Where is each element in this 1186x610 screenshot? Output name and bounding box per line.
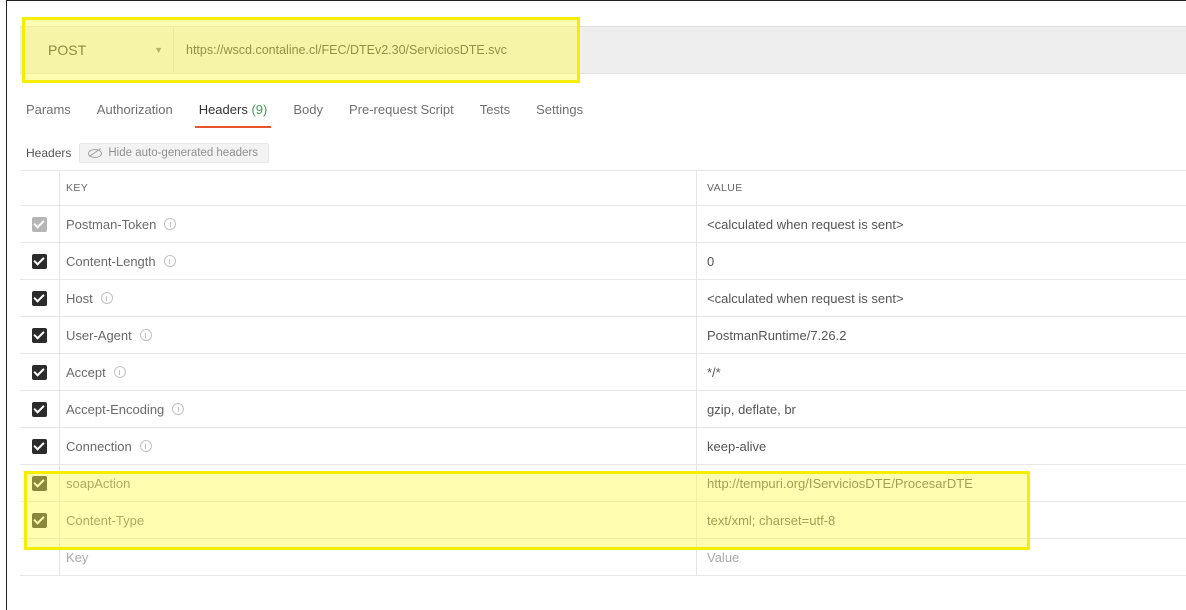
header-key: Accept bbox=[66, 364, 106, 380]
new-header-row: Key Value bbox=[20, 539, 1186, 576]
info-icon[interactable] bbox=[164, 218, 177, 230]
checkbox-checked-icon[interactable] bbox=[32, 327, 47, 343]
header-key: Content-Length bbox=[66, 253, 156, 269]
table-row: soapAction http://tempuri.org/IServicios… bbox=[20, 465, 1186, 502]
eye-slash-icon bbox=[88, 148, 103, 158]
info-icon[interactable] bbox=[113, 366, 126, 378]
header-value-cell[interactable]: text/xml; charset=utf-8 bbox=[697, 502, 1186, 538]
tab-headers[interactable]: Headers (9) bbox=[194, 102, 271, 128]
tab-settings[interactable]: Settings bbox=[536, 102, 583, 128]
header-key-cell[interactable]: Postman-Token bbox=[60, 206, 697, 242]
tab-label: Authorization bbox=[96, 102, 173, 117]
tab-label: Body bbox=[293, 102, 323, 117]
table-row: User-Agent PostmanRuntime/7.26.2 bbox=[20, 317, 1186, 354]
header-value-cell[interactable]: <calculated when request is sent> bbox=[697, 280, 1186, 316]
tab-label: Settings bbox=[536, 102, 584, 117]
header-key-cell[interactable]: Host bbox=[60, 280, 697, 316]
new-row-check-cell bbox=[20, 539, 60, 575]
hide-auto-headers-label: Hide auto-generated headers bbox=[108, 147, 258, 159]
header-key: Content-Type bbox=[66, 512, 145, 528]
tab-label: Params bbox=[26, 102, 71, 117]
tab-tests[interactable]: Tests bbox=[480, 102, 510, 128]
tab-pre-request-script[interactable]: Pre-request Script bbox=[349, 102, 454, 128]
column-header-value: VALUE bbox=[707, 182, 743, 194]
header-key: User-Agent bbox=[66, 327, 132, 343]
checkbox-checked-icon[interactable] bbox=[32, 475, 47, 491]
header-key: Postman-Token bbox=[66, 216, 157, 232]
header-key-cell[interactable]: Accept bbox=[60, 354, 697, 390]
header-check-cell bbox=[20, 171, 60, 205]
header-key: Accept-Encoding bbox=[66, 401, 165, 417]
header-value-cell[interactable]: gzip, deflate, br bbox=[697, 391, 1186, 427]
new-value-input[interactable]: Value bbox=[697, 539, 1186, 575]
tab-count: (9) bbox=[251, 102, 268, 117]
header-key-cell[interactable]: User-Agent bbox=[60, 317, 697, 353]
tab-authorization[interactable]: Authorization bbox=[97, 102, 173, 128]
tab-label: Pre-request Script bbox=[348, 102, 454, 117]
table-row: Content-Length 0 bbox=[20, 243, 1186, 280]
table-row: Postman-Token <calculated when request i… bbox=[20, 206, 1186, 243]
header-value-cell[interactable]: http://tempuri.org/IServiciosDTE/Procesa… bbox=[697, 465, 1186, 501]
caret-down-icon: ▼ bbox=[154, 45, 163, 55]
table-row: Host <calculated when request is sent> bbox=[20, 280, 1186, 317]
info-icon[interactable] bbox=[100, 292, 113, 304]
header-key-cell[interactable]: Accept-Encoding bbox=[60, 391, 697, 427]
header-value-cell[interactable]: 0 bbox=[697, 243, 1186, 279]
request-tabs: Params Authorization Headers (9) Body Pr… bbox=[26, 102, 609, 130]
header-key: Host bbox=[66, 290, 93, 306]
method-label: POST bbox=[48, 42, 87, 58]
method-select[interactable]: POST ▼ bbox=[34, 27, 174, 73]
info-icon[interactable] bbox=[172, 403, 185, 415]
headers-subheader: Headers Hide auto-generated headers bbox=[26, 143, 269, 163]
checkbox-checked-icon[interactable] bbox=[32, 364, 47, 380]
header-value-cell[interactable]: <calculated when request is sent> bbox=[697, 206, 1186, 242]
tab-label: Tests bbox=[479, 102, 511, 117]
header-key-cell[interactable]: Connection bbox=[60, 428, 697, 464]
table-row: Accept */* bbox=[20, 354, 1186, 391]
table-row: Content-Type text/xml; charset=utf-8 bbox=[20, 502, 1186, 539]
checkbox-checked-icon[interactable] bbox=[32, 290, 47, 306]
url-input[interactable]: https://wscd.contaline.cl/FEC/DTEv2.30/S… bbox=[174, 27, 507, 73]
checkbox-checked-icon[interactable] bbox=[32, 253, 47, 269]
info-icon[interactable] bbox=[139, 440, 152, 452]
hide-auto-headers-button[interactable]: Hide auto-generated headers bbox=[79, 143, 269, 163]
header-key-cell[interactable]: Content-Type bbox=[60, 502, 697, 538]
checkbox-checked-icon[interactable] bbox=[32, 401, 47, 417]
new-key-input[interactable]: Key bbox=[60, 539, 697, 575]
table-header-row: KEY VALUE bbox=[20, 170, 1186, 206]
headers-table: KEY VALUE Postman-Token <calculated when… bbox=[20, 170, 1186, 576]
checkbox-checked-icon[interactable] bbox=[32, 216, 47, 232]
info-icon[interactable] bbox=[139, 329, 152, 341]
column-header-key: KEY bbox=[60, 171, 697, 205]
table-row: Accept-Encoding gzip, deflate, br bbox=[20, 391, 1186, 428]
info-icon[interactable] bbox=[163, 255, 176, 267]
header-value-cell[interactable]: PostmanRuntime/7.26.2 bbox=[697, 317, 1186, 353]
tab-params[interactable]: Params bbox=[26, 102, 71, 128]
checkbox-checked-icon[interactable] bbox=[32, 512, 47, 528]
header-key: Connection bbox=[66, 438, 132, 454]
request-bar: POST ▼ https://wscd.contaline.cl/FEC/DTE… bbox=[20, 26, 1186, 74]
tab-body[interactable]: Body bbox=[293, 102, 323, 128]
headers-title: Headers bbox=[26, 146, 72, 160]
checkbox-checked-icon[interactable] bbox=[32, 438, 47, 454]
header-key-cell[interactable]: Content-Length bbox=[60, 243, 697, 279]
header-key: soapAction bbox=[66, 475, 131, 491]
header-value-cell[interactable]: keep-alive bbox=[697, 428, 1186, 464]
tab-label: Headers bbox=[198, 102, 248, 117]
header-key-cell[interactable]: soapAction bbox=[60, 465, 697, 501]
header-value-cell[interactable]: */* bbox=[697, 354, 1186, 390]
table-row: Connection keep-alive bbox=[20, 428, 1186, 465]
